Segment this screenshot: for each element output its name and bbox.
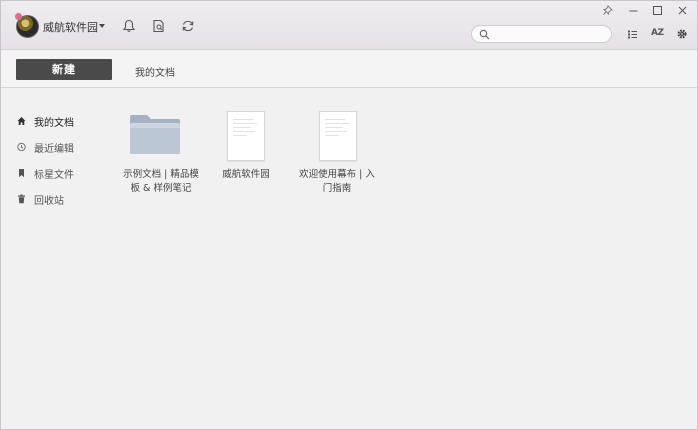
list-view-icon[interactable] bbox=[627, 29, 638, 40]
file-name: 示例文档 | 精品模 板 & 样例笔记 bbox=[116, 168, 206, 196]
user-name[interactable]: 威航软件园 bbox=[43, 19, 98, 35]
title-bar: 威航软件园 AZ bbox=[1, 1, 697, 50]
clock-icon bbox=[17, 142, 26, 152]
file-name-line1: 欢迎使用幕布 | 入 bbox=[299, 169, 375, 180]
chevron-down-icon[interactable] bbox=[99, 24, 105, 28]
document-icon bbox=[319, 111, 357, 161]
sidebar-item-label: 我的文档 bbox=[34, 118, 74, 129]
sidebar-item-label: 回收站 bbox=[34, 196, 64, 207]
file-name: 欢迎使用幕布 | 入 门指南 bbox=[292, 168, 382, 196]
toolbar: 新建 我的文档 bbox=[1, 51, 697, 88]
pin-icon[interactable] bbox=[602, 5, 613, 16]
document-icon bbox=[227, 111, 265, 161]
trash-icon bbox=[17, 194, 26, 204]
maximize-icon[interactable] bbox=[652, 5, 663, 16]
breadcrumb[interactable]: 我的文档 bbox=[135, 64, 175, 79]
sidebar-item-label: 标星文件 bbox=[34, 170, 74, 181]
file-name-line2: 板 & 样例笔记 bbox=[130, 183, 192, 194]
sort-az-icon[interactable]: AZ bbox=[651, 28, 664, 38]
home-icon bbox=[17, 116, 26, 126]
search-box[interactable] bbox=[471, 25, 612, 43]
gear-icon[interactable] bbox=[676, 28, 688, 40]
new-button[interactable]: 新建 bbox=[16, 59, 112, 80]
close-icon[interactable] bbox=[677, 5, 688, 16]
notification-dot bbox=[15, 13, 22, 20]
app-window: 威航软件园 AZ 新建 我的文档 我的文档 最近编辑 标星文件 回收站 示例文档… bbox=[0, 0, 698, 430]
file-name: 威航软件园 bbox=[201, 168, 291, 182]
search-input[interactable] bbox=[492, 27, 607, 41]
file-name-line2: 门指南 bbox=[322, 183, 352, 194]
file-name-line1: 威航软件园 bbox=[222, 169, 270, 180]
bell-icon[interactable] bbox=[122, 19, 136, 33]
doc-search-icon[interactable] bbox=[152, 19, 166, 33]
bookmark-icon bbox=[17, 168, 26, 178]
sidebar-item-label: 最近编辑 bbox=[34, 144, 74, 155]
sync-icon[interactable] bbox=[181, 19, 195, 33]
file-name-line1: 示例文档 | 精品模 bbox=[123, 169, 199, 180]
search-icon bbox=[479, 29, 490, 40]
minimize-icon[interactable] bbox=[628, 5, 639, 16]
folder-icon bbox=[129, 112, 181, 155]
